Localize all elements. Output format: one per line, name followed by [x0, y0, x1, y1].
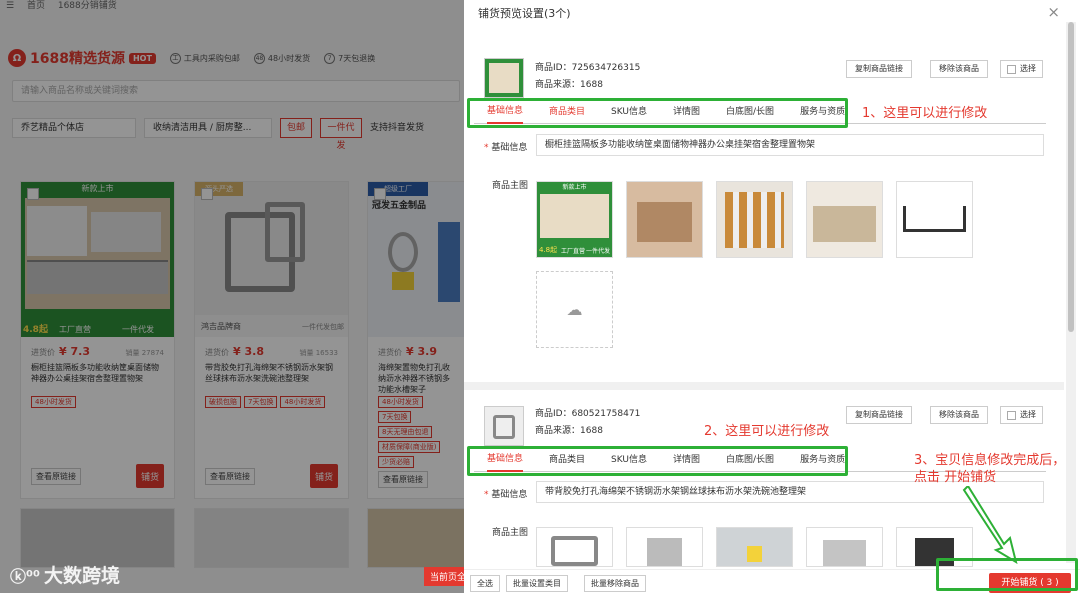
copy-link-button[interactable]: 复制商品链接 [846, 60, 912, 78]
watermark: ⓚ⁰⁰ 大数跨境 [10, 561, 120, 588]
annotation-2: 2、这里可以进行修改 [704, 424, 830, 439]
remove-item-button[interactable]: 移除该商品 [930, 60, 988, 78]
select-checkbox[interactable]: 选择 [1000, 406, 1043, 424]
annotation-box-1 [467, 98, 848, 128]
watermark-logo-icon: ⓚ⁰⁰ [10, 566, 41, 586]
image-badge: 新款上市 [562, 184, 587, 191]
product-item-1: 商品ID：725634726315 商品来源：1688 复制商品链接 移除该商品… [470, 44, 1062, 380]
product-meta: 商品ID：725634726315 商品来源：1688 [535, 63, 641, 90]
batch-category-button[interactable]: 批量设置类目 [506, 575, 568, 592]
image-price-badge: 4.8起 [539, 246, 558, 254]
annotation-1: 1、这里可以进行修改 [862, 106, 988, 121]
main-image-label: 商品主图 [492, 528, 529, 538]
modal-backdrop[interactable] [0, 0, 464, 593]
section-divider [464, 382, 1064, 390]
title-label: * 基础信息 [484, 143, 528, 153]
image-badge: 一件代发 [585, 248, 610, 255]
scrollbar-thumb[interactable] [1068, 22, 1074, 332]
main-image[interactable] [806, 527, 883, 567]
image-badge: 工厂直营 [561, 248, 586, 255]
annotation-box-3 [936, 558, 1078, 591]
select-all-button[interactable]: 全选 [470, 575, 500, 592]
main-image[interactable] [626, 181, 703, 258]
product-meta: 商品ID：680521758471 商品来源：1688 [535, 409, 641, 436]
main-image[interactable] [716, 527, 793, 567]
batch-remove-button[interactable]: 批量移除商品 [584, 575, 646, 592]
upload-image-button[interactable]: ☁ [536, 271, 613, 348]
product-source: 1688 [580, 426, 603, 436]
checkbox-icon[interactable] [1007, 410, 1016, 420]
checkbox-icon[interactable] [1007, 64, 1016, 74]
product-source: 1688 [580, 80, 603, 90]
product-thumbnail [484, 406, 524, 446]
cloud-upload-icon[interactable]: ☁ [567, 300, 583, 319]
select-checkbox[interactable]: 选择 [1000, 60, 1043, 78]
product-thumbnail [484, 58, 524, 98]
main-image[interactable]: 新款上市 4.8起 工厂直营 一件代发 [536, 181, 613, 258]
annotation-3: 3、宝贝信息修改完成后，点击 开始铺货 [914, 453, 1066, 485]
main-image-label: 商品主图 [492, 181, 529, 191]
modal-title: 铺货预览设置(3个) [478, 7, 571, 20]
main-image[interactable] [716, 181, 793, 258]
remove-item-button[interactable]: 移除该商品 [930, 406, 988, 424]
title-input[interactable]: 橱柜挂篮隔板多功能收纳筐桌面储物神器办公桌挂架宿舍整理置物架 [536, 134, 1044, 156]
product-id: 725634726315 [571, 63, 641, 73]
main-image[interactable] [626, 527, 703, 567]
close-icon[interactable]: × [1047, 3, 1060, 21]
title-label: * 基础信息 [484, 490, 528, 500]
main-image[interactable] [536, 527, 613, 567]
product-id: 680521758471 [571, 409, 641, 419]
main-image[interactable] [806, 181, 883, 258]
copy-link-button[interactable]: 复制商品链接 [846, 406, 912, 424]
annotation-arrow [962, 486, 1018, 565]
annotation-box-2 [467, 446, 848, 476]
main-image[interactable] [896, 181, 973, 258]
